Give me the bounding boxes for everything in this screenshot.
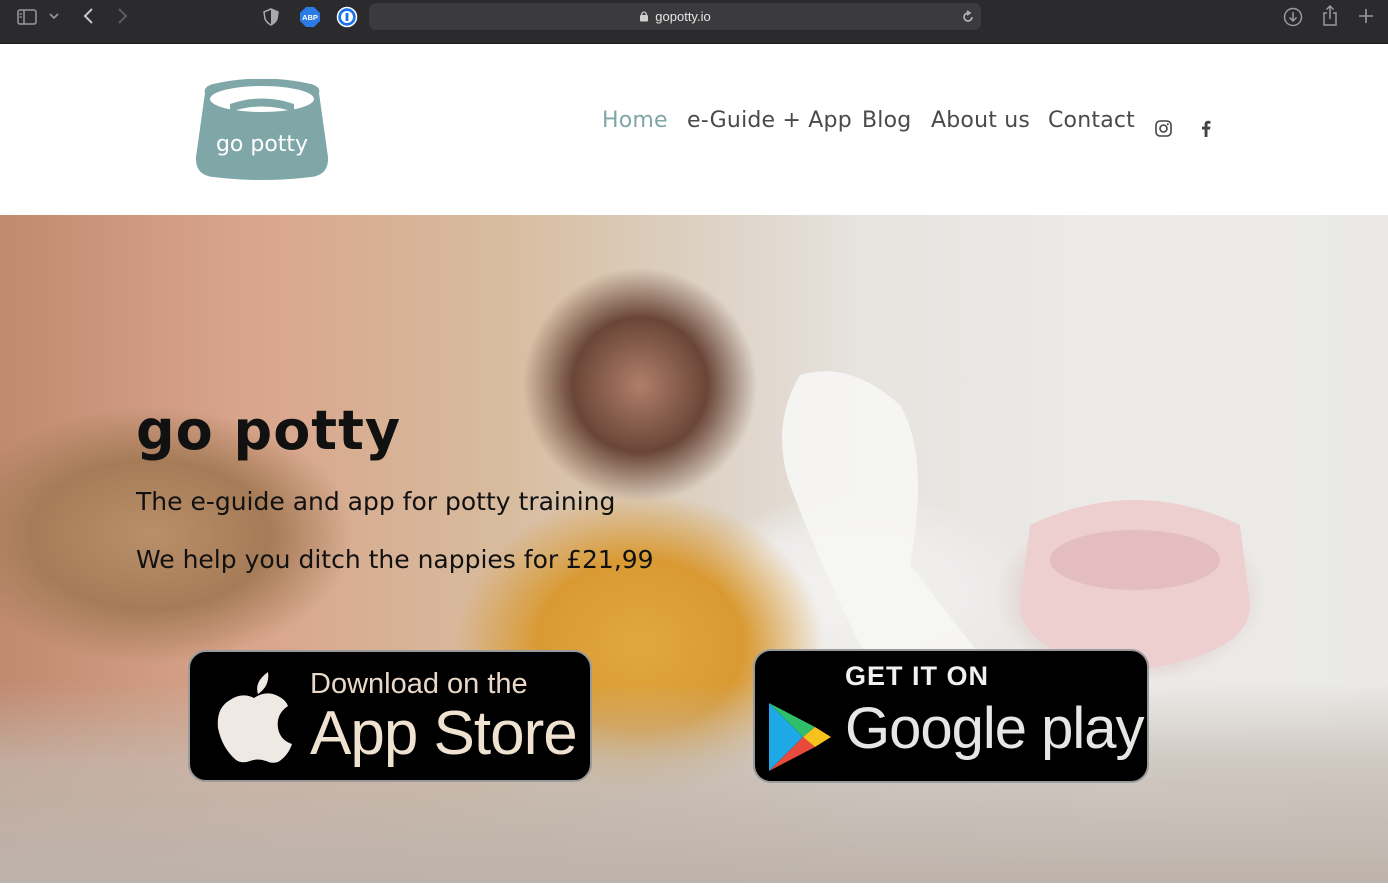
hero-title: go potty	[136, 399, 402, 462]
app-store-big-text: App Store	[310, 699, 578, 768]
svg-text:ABP: ABP	[302, 13, 318, 22]
nav-blog[interactable]: Blog	[862, 108, 911, 133]
google-play-small-text: GET IT ON	[845, 661, 989, 691]
site-header: go potty Home e-Guide + App Blog About u…	[0, 44, 1388, 215]
back-icon[interactable]	[80, 6, 96, 26]
share-icon[interactable]	[1320, 4, 1340, 28]
facebook-icon[interactable]	[1196, 118, 1216, 138]
google-play-button[interactable]: GET IT ON Google play	[753, 649, 1149, 783]
hero-section: go potty The e-guide and app for potty t…	[0, 215, 1388, 883]
pink-potty-image	[1020, 500, 1250, 670]
reload-icon[interactable]	[961, 9, 975, 28]
nav-about-us[interactable]: About us	[931, 108, 1030, 133]
lock-icon	[639, 7, 649, 26]
hero-subtitle: The e-guide and app for potty training	[136, 487, 616, 516]
adblock-icon[interactable]: ABP	[299, 6, 321, 28]
hero-tagline: We help you ditch the nappies for £21,99	[136, 545, 654, 574]
google-play-big-text: Google play	[845, 696, 1145, 761]
instagram-icon[interactable]	[1153, 118, 1173, 138]
privacy-shield-icon[interactable]	[262, 7, 280, 27]
browser-toolbar: ABP gopotty.io	[0, 0, 1388, 44]
new-tab-icon[interactable]	[1357, 7, 1375, 25]
app-store-button[interactable]: Download on the App Store	[188, 650, 592, 782]
url-text: gopotty.io	[655, 9, 711, 24]
nav-eguide-app[interactable]: e-Guide + App	[687, 108, 852, 133]
play-icon	[767, 701, 833, 777]
sidebar-icon[interactable]	[16, 8, 38, 26]
apple-icon	[214, 668, 294, 768]
nav-home[interactable]: Home	[602, 108, 668, 133]
app-store-small-text: Download on the	[310, 668, 528, 700]
password-manager-icon[interactable]	[336, 6, 358, 28]
chevron-down-icon[interactable]	[48, 10, 60, 22]
forward-icon[interactable]	[115, 6, 131, 26]
toilet-paper-image	[782, 371, 980, 665]
address-bar[interactable]: gopotty.io	[369, 3, 981, 30]
download-icon[interactable]	[1282, 6, 1304, 28]
page-bottom-edge	[0, 883, 1388, 890]
main-nav: Home e-Guide + App Blog About us Contact	[0, 108, 1388, 142]
nav-contact[interactable]: Contact	[1048, 108, 1135, 133]
